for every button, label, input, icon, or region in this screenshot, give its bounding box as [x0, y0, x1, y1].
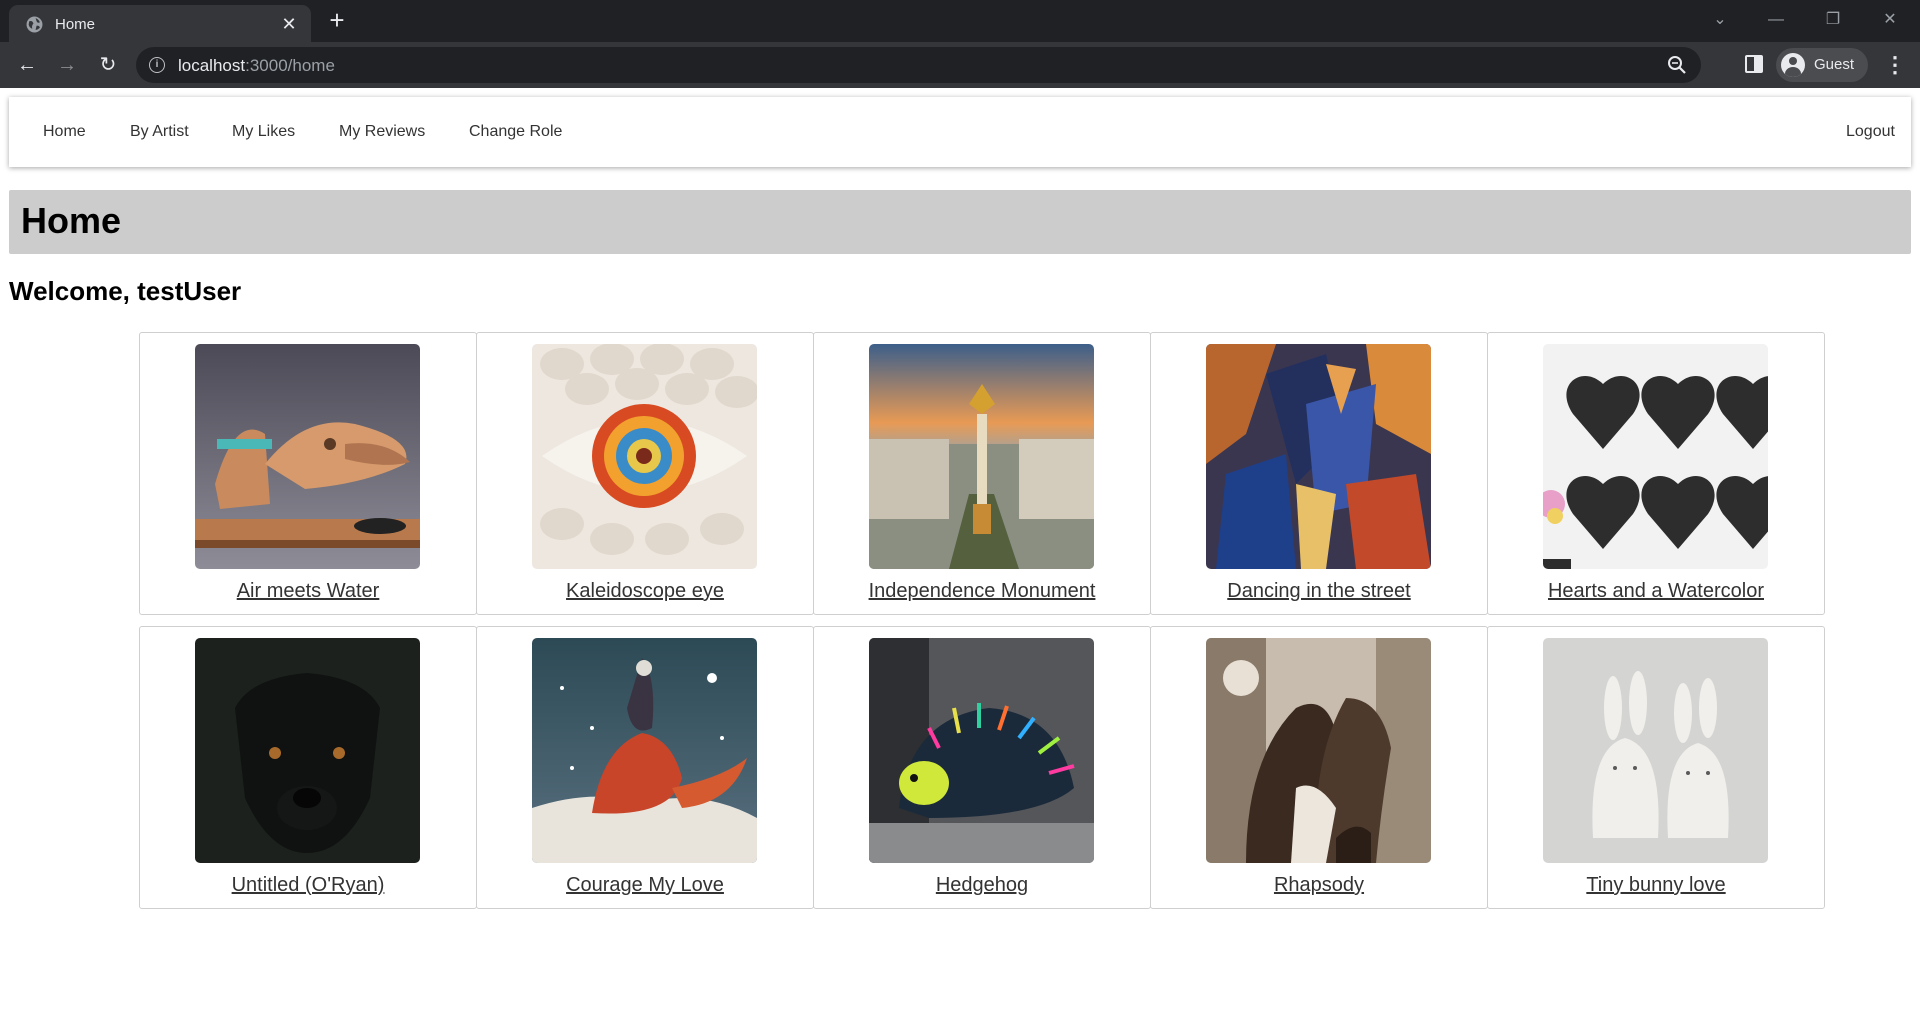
artwork-title-link[interactable]: Air meets Water [140, 580, 476, 603]
page-header: Home [9, 190, 1911, 254]
browser-toolbar: ← → ↻ i localhost:3000/home Guest ⋮ [0, 42, 1920, 88]
artwork-image[interactable] [1543, 638, 1768, 863]
artwork-title-link[interactable]: Hedgehog [814, 874, 1150, 897]
artwork-image[interactable] [532, 344, 757, 569]
artwork-card[interactable]: Untitled (O'Ryan) [139, 626, 477, 909]
welcome-message: Welcome, testUser [9, 276, 242, 306]
page-title: Home [21, 200, 122, 241]
nav-change-role[interactable]: Change Role [469, 123, 562, 141]
forward-icon[interactable]: → [54, 52, 80, 78]
minimize-icon[interactable]: — [1756, 6, 1796, 34]
artwork-card[interactable]: Independence Monument [813, 332, 1151, 615]
artwork-title-link[interactable]: Dancing in the street [1151, 580, 1487, 603]
globe-icon [26, 16, 43, 33]
artwork-card[interactable]: Hearts and a Watercolor [1487, 332, 1825, 615]
artwork-title-link[interactable]: Kaleidoscope eye [477, 580, 813, 603]
nav-my-likes[interactable]: My Likes [232, 123, 295, 141]
app-navbar: Home By Artist My Likes My Reviews Chang… [9, 97, 1911, 167]
page-content: Home By Artist My Likes My Reviews Chang… [0, 88, 1920, 1020]
tab-title: Home [55, 16, 96, 33]
artwork-card[interactable]: Dancing in the street [1150, 332, 1488, 615]
artwork-card[interactable]: Air meets Water [139, 332, 477, 615]
back-icon[interactable]: ← [14, 52, 40, 78]
artwork-image[interactable] [195, 344, 420, 569]
artwork-image[interactable] [1543, 344, 1768, 569]
artwork-card[interactable]: Tiny bunny love [1487, 626, 1825, 909]
menu-icon[interactable]: ⋮ [1884, 52, 1906, 78]
profile-button[interactable]: Guest [1776, 48, 1868, 82]
url-host: localhost [178, 56, 246, 75]
tab-search-icon[interactable]: ⌄ [1700, 6, 1740, 34]
reload-icon[interactable]: ↻ [95, 52, 121, 78]
info-icon[interactable]: i [149, 57, 165, 73]
avatar-icon [1781, 53, 1805, 77]
artwork-title-link[interactable]: Tiny bunny love [1488, 874, 1824, 897]
nav-by-artist[interactable]: By Artist [130, 123, 189, 141]
artwork-title-link[interactable]: Hearts and a Watercolor [1488, 580, 1824, 603]
artwork-title-link[interactable]: Courage My Love [477, 874, 813, 897]
profile-label: Guest [1814, 56, 1855, 73]
artwork-card[interactable]: Kaleidoscope eye [476, 332, 814, 615]
artwork-card[interactable]: Hedgehog [813, 626, 1151, 909]
nav-logout[interactable]: Logout [1846, 123, 1895, 141]
url-path: :3000/home [245, 56, 335, 75]
artwork-card[interactable]: Courage My Love [476, 626, 814, 909]
url-text[interactable]: localhost:3000/home [178, 56, 335, 76]
side-panel-icon[interactable] [1745, 55, 1763, 73]
artwork-title-link[interactable]: Independence Monument [814, 580, 1150, 603]
browser-tab[interactable]: Home ✕ [9, 5, 311, 42]
restore-icon[interactable]: ❐ [1813, 6, 1853, 34]
address-bar[interactable]: i localhost:3000/home [136, 47, 1701, 83]
artwork-title-link[interactable]: Untitled (O'Ryan) [140, 874, 476, 897]
artwork-image[interactable] [1206, 344, 1431, 569]
artwork-image[interactable] [869, 638, 1094, 863]
artwork-image[interactable] [532, 638, 757, 863]
artwork-image[interactable] [195, 638, 420, 863]
close-window-icon[interactable]: ✕ [1870, 6, 1910, 34]
artwork-image[interactable] [1206, 638, 1431, 863]
nav-home[interactable]: Home [43, 123, 86, 141]
nav-my-reviews[interactable]: My Reviews [339, 123, 425, 141]
zoom-icon[interactable] [1667, 55, 1687, 75]
artwork-image[interactable] [869, 344, 1094, 569]
new-tab-icon[interactable]: + [324, 7, 350, 34]
artwork-card[interactable]: Rhapsody [1150, 626, 1488, 909]
artwork-title-link[interactable]: Rhapsody [1151, 874, 1487, 897]
browser-tabstrip: Home ✕ + ⌄ — ❐ ✕ [0, 0, 1920, 42]
close-tab-icon[interactable]: ✕ [279, 14, 299, 34]
